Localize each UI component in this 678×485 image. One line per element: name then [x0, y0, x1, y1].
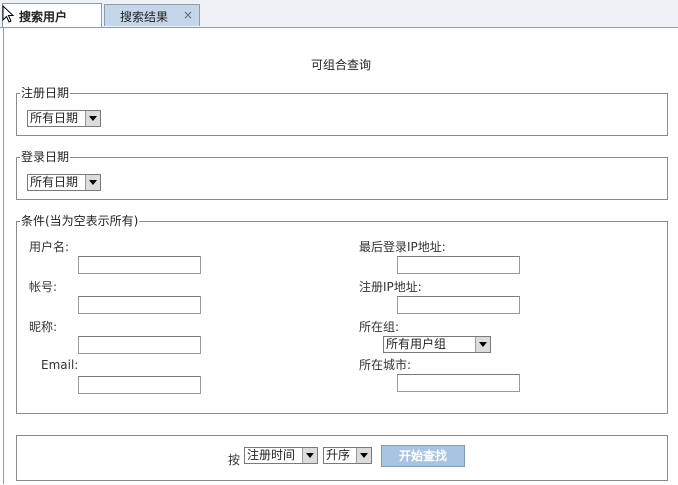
tab-bar: 搜索用户 搜索结果 × — [0, 0, 678, 28]
tab-search-users[interactable]: 搜索用户 — [2, 3, 102, 27]
email-input[interactable] — [78, 376, 201, 394]
chevron-down-icon — [475, 337, 490, 352]
chevron-down-icon — [85, 111, 100, 126]
sort-order-select-value: 升序 — [326, 448, 351, 462]
account-label: 帐号: — [29, 280, 58, 294]
register-date-select[interactable]: 所有日期 — [27, 110, 101, 127]
sort-order-select[interactable]: 升序 — [323, 447, 372, 464]
register-date-group: 注册日期 所有日期 — [16, 87, 668, 136]
register-ip-input[interactable] — [397, 296, 520, 314]
group-label: 所在组: — [359, 320, 400, 334]
tab-search-results[interactable]: 搜索结果 × — [104, 4, 200, 26]
sort-by-label: 按 — [228, 453, 241, 467]
tab-search-results-label: 搜索结果 — [120, 10, 169, 24]
account-input[interactable] — [78, 296, 201, 314]
sort-field-select[interactable]: 注册时间 — [244, 447, 318, 464]
chevron-down-icon — [302, 448, 317, 463]
mouse-pointer-icon — [2, 5, 15, 23]
register-ip-label: 注册IP地址: — [359, 280, 422, 294]
username-input[interactable] — [78, 256, 201, 274]
tab-search-users-label: 搜索用户 — [19, 10, 68, 24]
last-login-ip-input[interactable] — [397, 256, 520, 274]
nickname-input[interactable] — [78, 336, 201, 354]
conditions-legend: 条件(当为空表示所有) — [21, 214, 139, 228]
start-search-button[interactable]: 开始查找 — [381, 445, 465, 467]
last-login-ip-label: 最后登录IP地址: — [359, 240, 446, 254]
chevron-down-icon — [356, 448, 371, 463]
login-date-legend: 登录日期 — [21, 150, 70, 164]
register-date-select-value: 所有日期 — [30, 111, 79, 125]
close-icon[interactable]: × — [183, 8, 193, 22]
sort-field-select-value: 注册时间 — [247, 448, 296, 462]
login-date-select[interactable]: 所有日期 — [27, 174, 101, 191]
email-label: Email: — [41, 358, 79, 372]
username-label: 用户名: — [29, 240, 70, 254]
nickname-label: 昵称: — [29, 320, 58, 334]
register-date-legend: 注册日期 — [21, 86, 70, 100]
chevron-down-icon — [85, 175, 100, 190]
login-date-select-value: 所有日期 — [30, 175, 79, 189]
search-panel: 可组合查询 注册日期 所有日期 登录日期 所有日期 条件(当为空表示所有) 用户… — [3, 27, 678, 484]
city-label: 所在城市: — [359, 358, 412, 372]
group-select-value: 所有用户组 — [386, 337, 447, 351]
group-select[interactable]: 所有用户组 — [383, 336, 491, 353]
login-date-group: 登录日期 所有日期 — [16, 151, 668, 200]
city-input[interactable] — [397, 374, 520, 392]
page-title: 可组合查询 — [310, 58, 371, 72]
